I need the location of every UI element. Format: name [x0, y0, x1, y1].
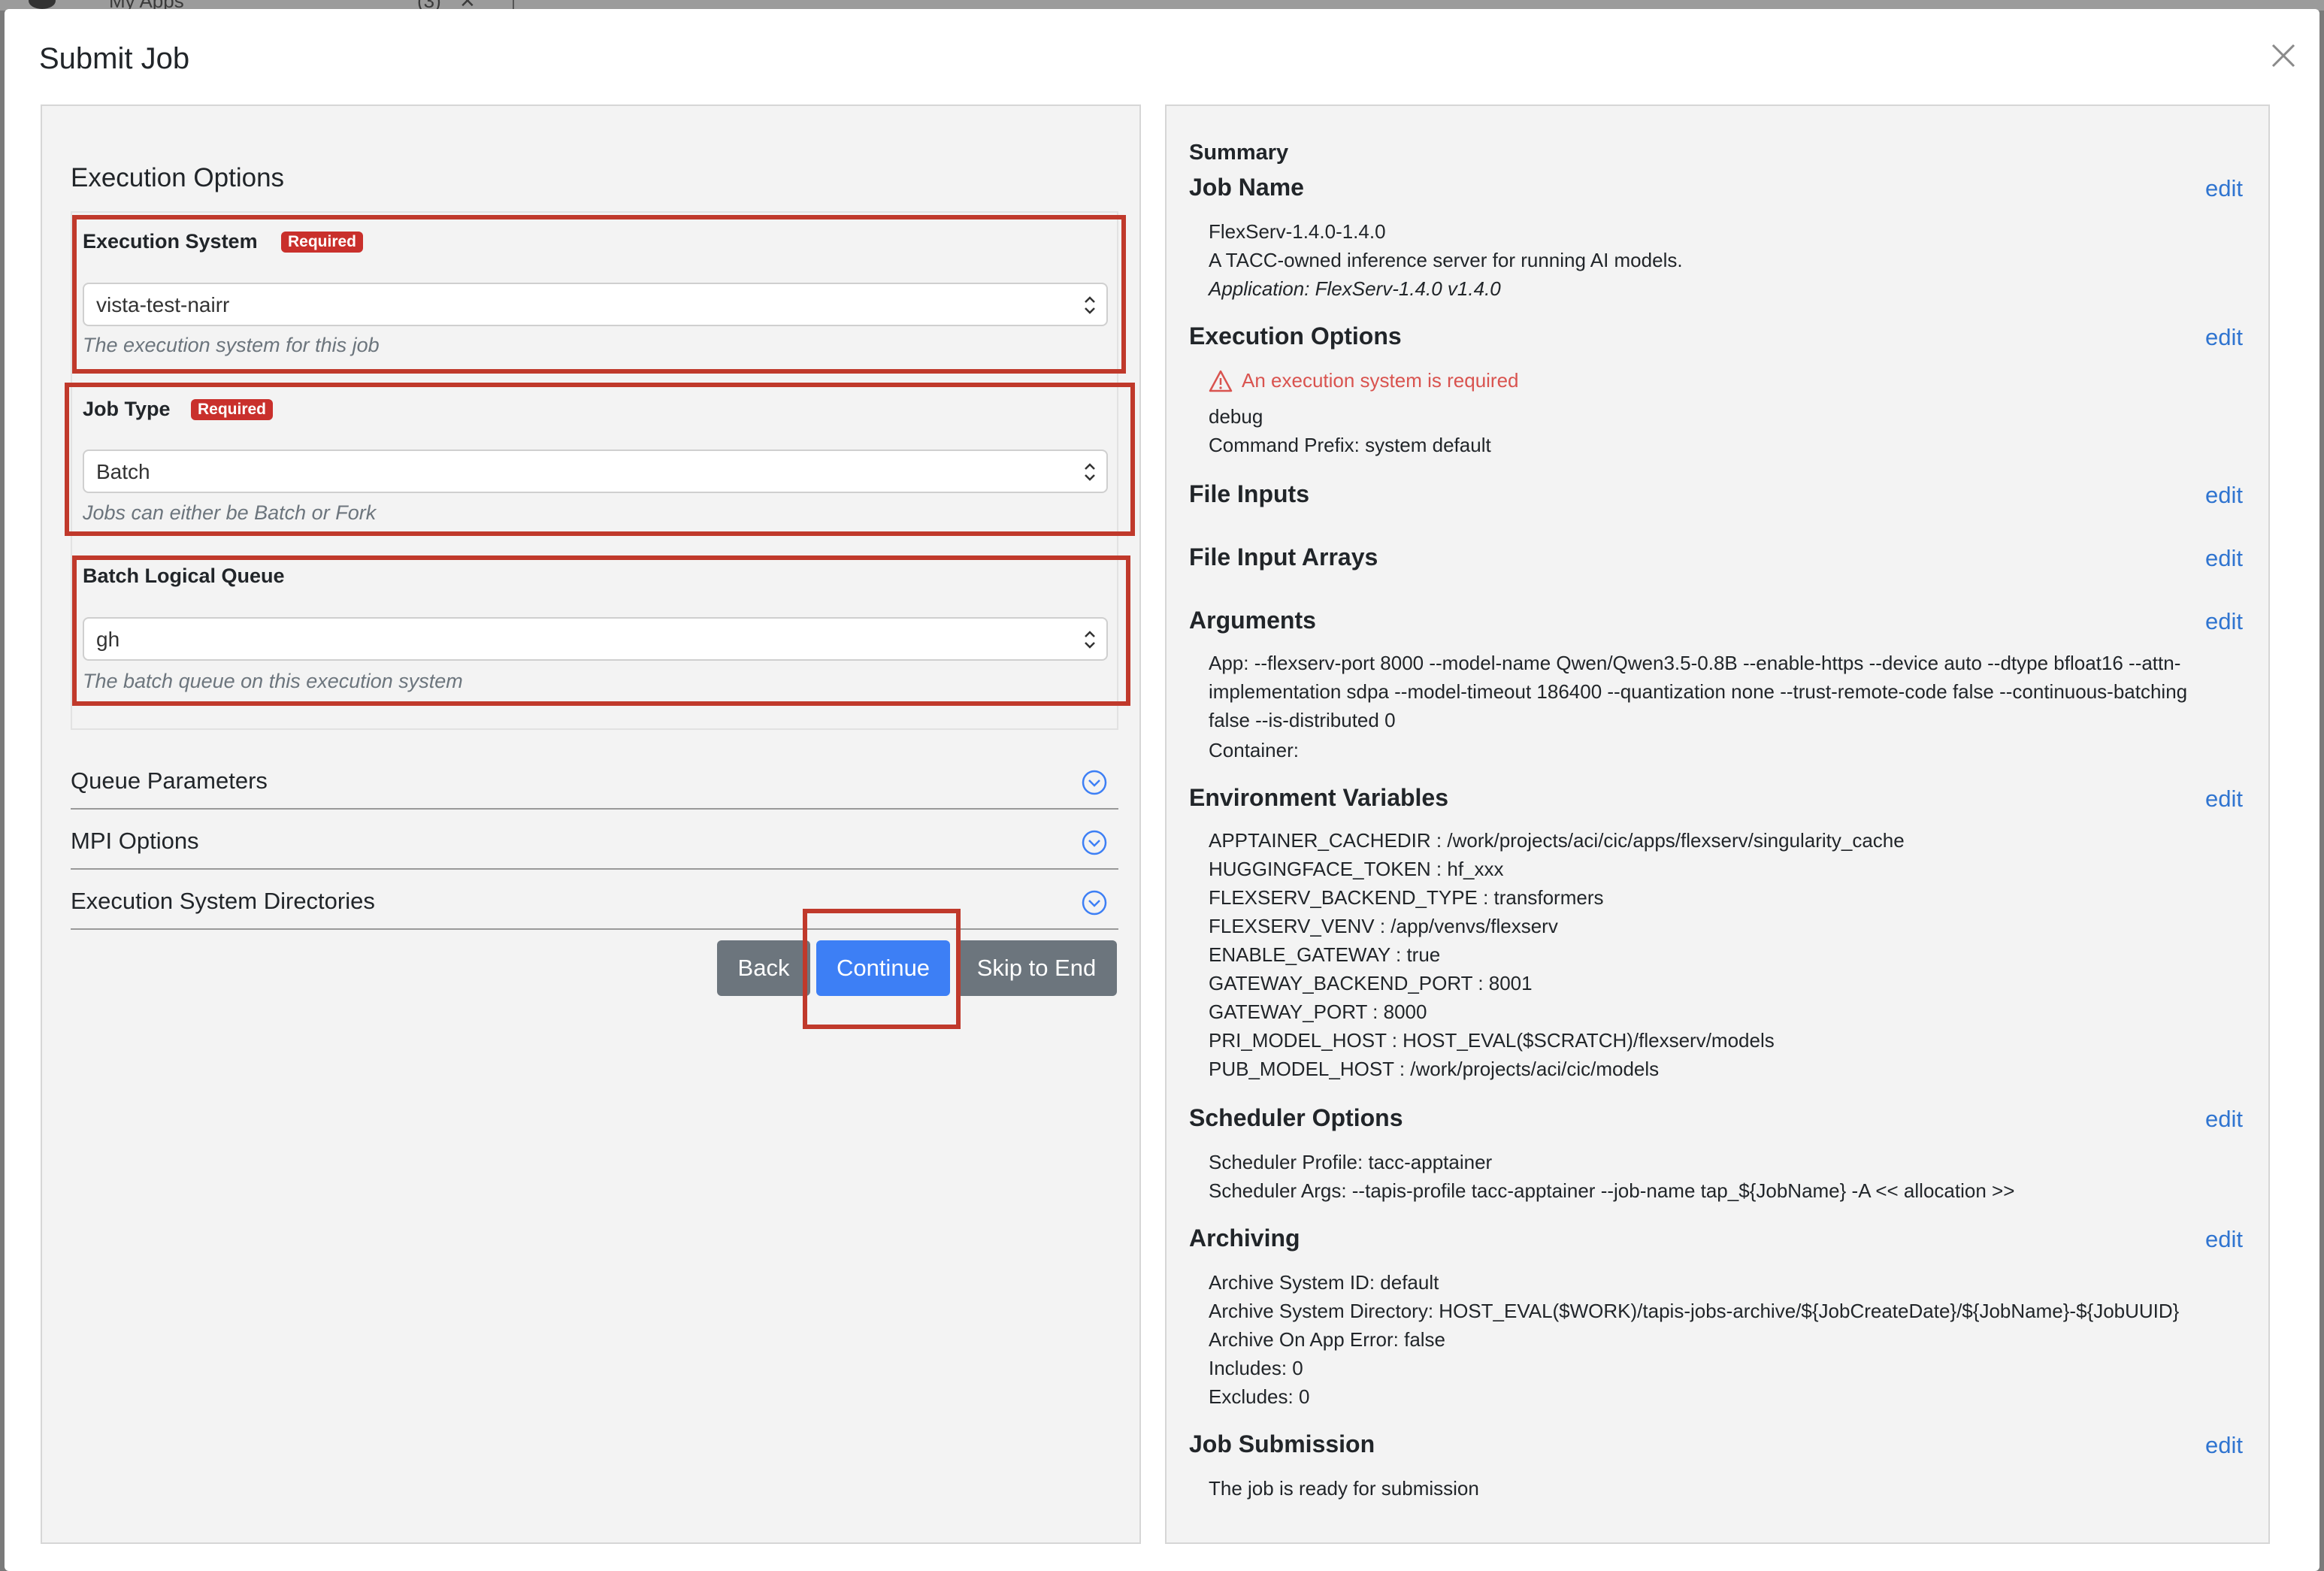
required-badge: Required	[191, 399, 274, 420]
job-form-panel: Execution Options Execution System Requi…	[41, 104, 1141, 1544]
edit-env-vars-link[interactable]: edit	[2205, 786, 2243, 813]
accordion-queue-parameters[interactable]: Queue Parameters	[71, 760, 1118, 810]
job-type-select[interactable]: Batch	[83, 450, 1108, 493]
summary-file-input-arrays-heading: File Input Arrays	[1189, 543, 1378, 571]
batch-queue-select[interactable]: gh	[83, 617, 1108, 661]
summary-scheduler-heading: Scheduler Options	[1189, 1104, 1403, 1131]
env-var-item: APPTAINER_CACHEDIR : /work/projects/aci/…	[1209, 829, 1905, 852]
avatar	[29, 0, 56, 9]
select-chevron-icon	[1085, 296, 1095, 314]
edit-scheduler-link[interactable]: edit	[2205, 1106, 2243, 1133]
job-application: Application: FlexServ-1.4.0 v1.4.0	[1209, 277, 1501, 300]
summary-archiving-heading: Archiving	[1189, 1224, 1300, 1252]
accordion-label: Queue Parameters	[71, 767, 268, 794]
scheduler-profile: Scheduler Profile: tacc-apptainer	[1209, 1151, 1493, 1173]
archive-system-directory: Archive System Directory: HOST_EVAL($WOR…	[1209, 1300, 2180, 1322]
execution-system-value: vista-test-nairr	[96, 293, 230, 316]
edit-file-inputs-link[interactable]: edit	[2205, 482, 2243, 509]
execution-system-help: The execution system for this job	[83, 334, 380, 356]
chevron-down-icon	[1082, 890, 1107, 916]
edit-archiving-link[interactable]: edit	[2205, 1226, 2243, 1253]
summary-file-inputs-heading: File Inputs	[1189, 480, 1309, 507]
job-name-value: FlexServ-1.4.0-1.4.0	[1209, 220, 1386, 243]
env-var-item: PRI_MODEL_HOST : HOST_EVAL($SCRATCH)/fle…	[1209, 1029, 1775, 1052]
modal-title: Submit Job	[39, 42, 190, 75]
env-var-item: PUB_MODEL_HOST : /work/projects/aci/cic/…	[1209, 1058, 1660, 1080]
error-text: An execution system is required	[1242, 369, 1519, 392]
env-var-item: FLEXSERV_BACKEND_TYPE : transformers	[1209, 886, 1604, 909]
env-var-item: GATEWAY_PORT : 8000	[1209, 1000, 1427, 1023]
summary-job-name-heading: Job Name	[1189, 174, 1304, 201]
edit-file-input-arrays-link[interactable]: edit	[2205, 545, 2243, 572]
edit-execution-options-link[interactable]: edit	[2205, 324, 2243, 351]
accordion-execution-system-directories[interactable]: Execution System Directories	[71, 880, 1118, 930]
scheduler-args: Scheduler Args: --tapis-profile tacc-app…	[1209, 1179, 2015, 1202]
accordion-label: Execution System Directories	[71, 888, 375, 914]
accordion-mpi-options[interactable]: MPI Options	[71, 820, 1118, 870]
job-description: A TACC-owned inference server for runnin…	[1209, 249, 1683, 271]
env-var-item: FLEXSERV_VENV : /app/venvs/flexserv	[1209, 915, 1558, 937]
summary-title: Summary	[1189, 141, 1289, 165]
archive-system-id: Archive System ID: default	[1209, 1271, 1439, 1294]
summary-env-vars-heading: Environment Variables	[1189, 784, 1449, 811]
summary-panel: Summary Job Name edit FlexServ-1.4.0-1.4…	[1165, 104, 2270, 1544]
required-badge: Required	[281, 232, 364, 253]
edit-job-submission-link[interactable]: edit	[2205, 1432, 2243, 1459]
job-type-help: Jobs can either be Batch or Fork	[83, 501, 377, 524]
close-icon[interactable]	[2267, 39, 2300, 72]
edit-job-name-link[interactable]: edit	[2205, 175, 2243, 202]
continue-button[interactable]: Continue	[816, 940, 950, 996]
execution-system-label: Execution System	[83, 230, 258, 253]
submit-job-modal: Submit Job Execution Options Execution S…	[5, 9, 2319, 1571]
container-arguments: Container:	[1209, 739, 1299, 761]
warning-icon	[1209, 370, 1233, 392]
job-submission-status: The job is ready for submission	[1209, 1477, 1479, 1500]
summary-job-submission-heading: Job Submission	[1189, 1430, 1375, 1457]
execution-queue-value: debug	[1209, 405, 1263, 428]
execution-system-select[interactable]: vista-test-nairr	[83, 283, 1108, 326]
chevron-down-icon	[1082, 830, 1107, 855]
section-heading: Execution Options	[71, 163, 285, 192]
summary-execution-options-heading: Execution Options	[1189, 322, 1402, 350]
archive-excludes: Excludes: 0	[1209, 1385, 1310, 1408]
command-prefix: Command Prefix: system default	[1209, 434, 1491, 456]
batch-queue-label: Batch Logical Queue	[83, 565, 285, 587]
summary-arguments-heading: Arguments	[1189, 607, 1316, 634]
env-var-item: ENABLE_GATEWAY : true	[1209, 943, 1441, 966]
archive-includes: Includes: 0	[1209, 1357, 1303, 1379]
select-chevron-icon	[1085, 631, 1095, 649]
skip-to-end-button[interactable]: Skip to End	[956, 940, 1117, 996]
env-var-item: GATEWAY_BACKEND_PORT : 8001	[1209, 972, 1533, 994]
job-type-value: Batch	[96, 460, 150, 483]
accordion-label: MPI Options	[71, 828, 199, 854]
batch-queue-help: The batch queue on this execution system	[83, 670, 463, 692]
edit-arguments-link[interactable]: edit	[2205, 608, 2243, 635]
job-type-label: Job Type	[83, 398, 171, 420]
app-arguments: App: --flexserv-port 8000 --model-name Q…	[1209, 652, 2188, 731]
back-button[interactable]: Back	[717, 940, 810, 996]
env-var-item: HUGGINGFACE_TOKEN : hf_xxx	[1209, 858, 1504, 880]
chevron-down-icon	[1082, 770, 1107, 795]
batch-queue-value: gh	[96, 628, 120, 651]
archive-on-error: Archive On App Error: false	[1209, 1328, 1446, 1351]
select-chevron-icon	[1085, 463, 1095, 481]
